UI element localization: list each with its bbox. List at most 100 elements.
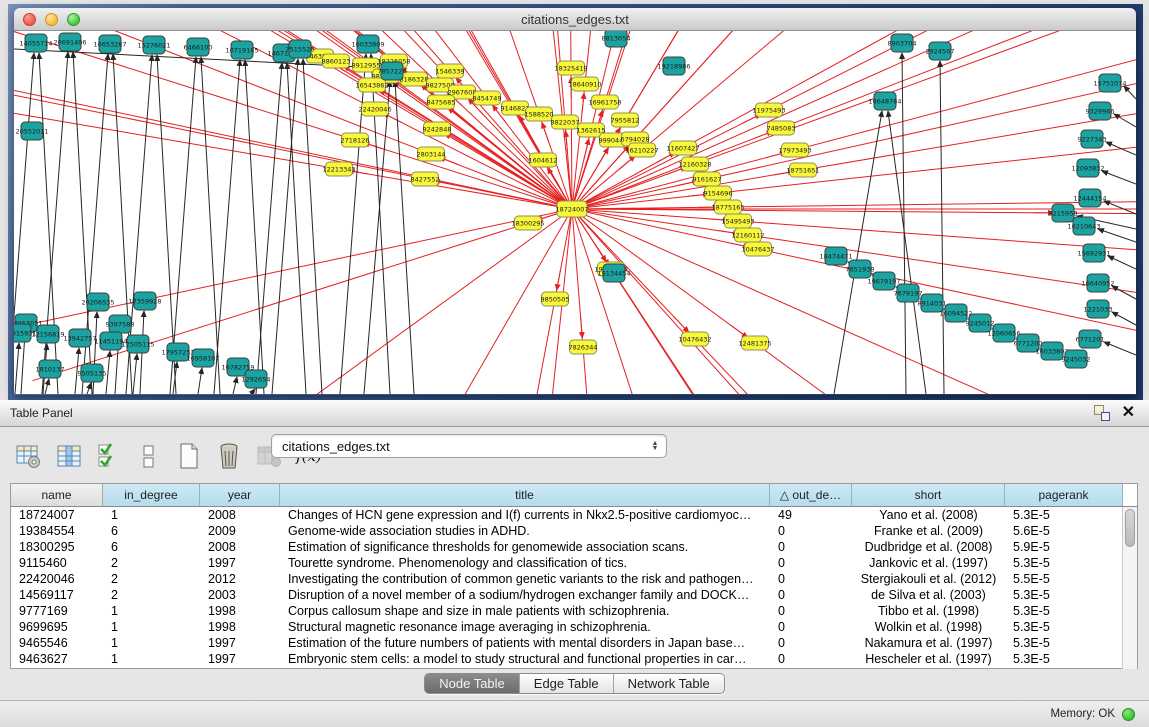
cell-in_degree[interactable]: 1 xyxy=(103,619,200,635)
zoom-window-icon[interactable] xyxy=(67,13,80,26)
cell-out_de[interactable]: 0 xyxy=(770,651,852,667)
cell-out_de[interactable]: 0 xyxy=(770,571,852,587)
cell-year[interactable]: 1997 xyxy=(200,651,280,667)
cell-title[interactable]: Corpus callosum shape and size in male p… xyxy=(280,603,770,619)
cell-out_de[interactable]: 49 xyxy=(770,507,852,523)
unselect-all-icon[interactable] xyxy=(134,441,164,471)
tab-node-table[interactable]: Node Table xyxy=(425,674,520,693)
cell-in_degree[interactable]: 2 xyxy=(103,587,200,603)
cell-name[interactable]: 18300295 xyxy=(11,539,103,555)
cell-year[interactable]: 2008 xyxy=(200,539,280,555)
cell-pagerank[interactable]: 5.3E-5 xyxy=(1005,587,1123,603)
show-columns-icon[interactable] xyxy=(54,441,84,471)
cell-year[interactable]: 2012 xyxy=(200,571,280,587)
cell-out_de[interactable]: 0 xyxy=(770,539,852,555)
network-canvas[interactable]: 7463822886012389129551822605898275031654… xyxy=(14,31,1136,394)
table-vertical-scrollbar[interactable] xyxy=(1122,507,1137,669)
table-row[interactable]: 1872400712008Changes of HCN gene express… xyxy=(11,507,1137,523)
minimize-window-icon[interactable] xyxy=(45,13,58,26)
cell-pagerank[interactable]: 5.3E-5 xyxy=(1005,603,1123,619)
cell-in_degree[interactable]: 1 xyxy=(103,651,200,667)
cell-short[interactable]: Wolkin et al. (1998) xyxy=(852,619,1005,635)
table-row[interactable]: 946362711997Embryonic stem cells: a mode… xyxy=(11,651,1137,667)
cell-name[interactable]: 9463627 xyxy=(11,651,103,667)
cell-title[interactable]: Changes of HCN gene expression and I(f) … xyxy=(280,507,770,523)
cell-in_degree[interactable]: 2 xyxy=(103,555,200,571)
cell-pagerank[interactable]: 5.3E-5 xyxy=(1005,555,1123,571)
cell-short[interactable]: Yano et al. (2008) xyxy=(852,507,1005,523)
new-column-icon[interactable] xyxy=(174,441,204,471)
cell-in_degree[interactable]: 2 xyxy=(103,571,200,587)
cell-in_degree[interactable]: 6 xyxy=(103,539,200,555)
cell-out_de[interactable]: 0 xyxy=(770,555,852,571)
table-row[interactable]: 1456911722003Disruption of a novel membe… xyxy=(11,587,1137,603)
table-mode-icon[interactable] xyxy=(14,441,44,471)
cell-title[interactable]: Investigating the contribution of common… xyxy=(280,571,770,587)
cell-in_degree[interactable]: 6 xyxy=(103,523,200,539)
cell-name[interactable]: 9699695 xyxy=(11,619,103,635)
cell-short[interactable]: Stergiakouli et al. (2012) xyxy=(852,571,1005,587)
cell-pagerank[interactable]: 5.3E-5 xyxy=(1005,651,1123,667)
cell-name[interactable]: 9115460 xyxy=(11,555,103,571)
cell-short[interactable]: Dudbridge et al. (2008) xyxy=(852,539,1005,555)
cell-title[interactable]: Tourette syndrome. Phenomenology and cla… xyxy=(280,555,770,571)
cell-name[interactable]: 18724007 xyxy=(11,507,103,523)
cell-year[interactable]: 1997 xyxy=(200,555,280,571)
cell-short[interactable]: Hescheler et al. (1997) xyxy=(852,651,1005,667)
cell-pagerank[interactable]: 5.3E-5 xyxy=(1005,619,1123,635)
column-header-pagerank[interactable]: pagerank xyxy=(1005,484,1123,506)
table-row[interactable]: 1830029562008Estimation of significance … xyxy=(11,539,1137,555)
table-row[interactable]: 977716911998Corpus callosum shape and si… xyxy=(11,603,1137,619)
cell-pagerank[interactable]: 5.3E-5 xyxy=(1005,635,1123,651)
cell-name[interactable]: 22420046 xyxy=(11,571,103,587)
cell-name[interactable]: 19384554 xyxy=(11,523,103,539)
table-row[interactable]: 946554611997Estimation of the future num… xyxy=(11,635,1137,651)
table-row[interactable]: 1938455462009Genome-wide association stu… xyxy=(11,523,1137,539)
cell-title[interactable]: Embryonic stem cells: a model to study s… xyxy=(280,651,770,667)
cell-title[interactable]: Estimation of significance thresholds fo… xyxy=(280,539,770,555)
cell-year[interactable]: 1998 xyxy=(200,603,280,619)
table-row[interactable]: 969969511998Structural magnetic resonanc… xyxy=(11,619,1137,635)
cell-year[interactable]: 1998 xyxy=(200,619,280,635)
cell-short[interactable]: Jankovic et al. (1997) xyxy=(852,555,1005,571)
cell-in_degree[interactable]: 1 xyxy=(103,603,200,619)
column-header-in_degree[interactable]: in_degree xyxy=(103,484,200,506)
network-view-window[interactable]: citations_edges.txt 74638228860123891295… xyxy=(14,8,1136,395)
network-window-titlebar[interactable]: citations_edges.txt xyxy=(14,8,1136,31)
cell-title[interactable]: Genome-wide association studies in ADHD. xyxy=(280,523,770,539)
cell-in_degree[interactable]: 1 xyxy=(103,635,200,651)
cell-pagerank[interactable]: 5.6E-5 xyxy=(1005,523,1123,539)
float-panel-icon[interactable] xyxy=(1094,405,1110,421)
cell-year[interactable]: 1997 xyxy=(200,635,280,651)
cell-title[interactable]: Estimation of the future numbers of pati… xyxy=(280,635,770,651)
cell-name[interactable]: 9777169 xyxy=(11,603,103,619)
table-selector-dropdown[interactable]: citations_edges.txt ▲▼ xyxy=(271,434,667,458)
column-header-name[interactable]: name xyxy=(11,484,103,506)
citation-network-graph[interactable]: 7463822886012389129551822605898275031654… xyxy=(14,31,1136,394)
cell-out_de[interactable]: 0 xyxy=(770,587,852,603)
cell-in_degree[interactable]: 1 xyxy=(103,507,200,523)
cell-pagerank[interactable]: 5.5E-5 xyxy=(1005,571,1123,587)
cell-out_de[interactable]: 0 xyxy=(770,523,852,539)
column-header-title[interactable]: title xyxy=(280,484,770,506)
cell-year[interactable]: 2008 xyxy=(200,507,280,523)
cell-out_de[interactable]: 0 xyxy=(770,619,852,635)
cell-name[interactable]: 14569117 xyxy=(11,587,103,603)
column-header-year[interactable]: year xyxy=(200,484,280,506)
cell-pagerank[interactable]: 5.9E-5 xyxy=(1005,539,1123,555)
close-panel-icon[interactable]: ✕ xyxy=(1122,405,1135,421)
cell-year[interactable]: 2003 xyxy=(200,587,280,603)
cell-title[interactable]: Structural magnetic resonance image aver… xyxy=(280,619,770,635)
cell-short[interactable]: Franke et al. (2009) xyxy=(852,523,1005,539)
cell-out_de[interactable]: 0 xyxy=(770,603,852,619)
select-all-icon[interactable] xyxy=(94,441,124,471)
column-header-short[interactable]: short xyxy=(852,484,1005,506)
table-row[interactable]: 2242004622012Investigating the contribut… xyxy=(11,571,1137,587)
close-window-icon[interactable] xyxy=(23,13,36,26)
cell-short[interactable]: Nakamura et al. (1997) xyxy=(852,635,1005,651)
tab-edge-table[interactable]: Edge Table xyxy=(520,674,614,693)
delete-column-icon[interactable] xyxy=(214,441,244,471)
cell-short[interactable]: de Silva et al. (2003) xyxy=(852,587,1005,603)
scrollbar-thumb[interactable] xyxy=(1125,509,1135,547)
tab-network-table[interactable]: Network Table xyxy=(614,674,724,693)
